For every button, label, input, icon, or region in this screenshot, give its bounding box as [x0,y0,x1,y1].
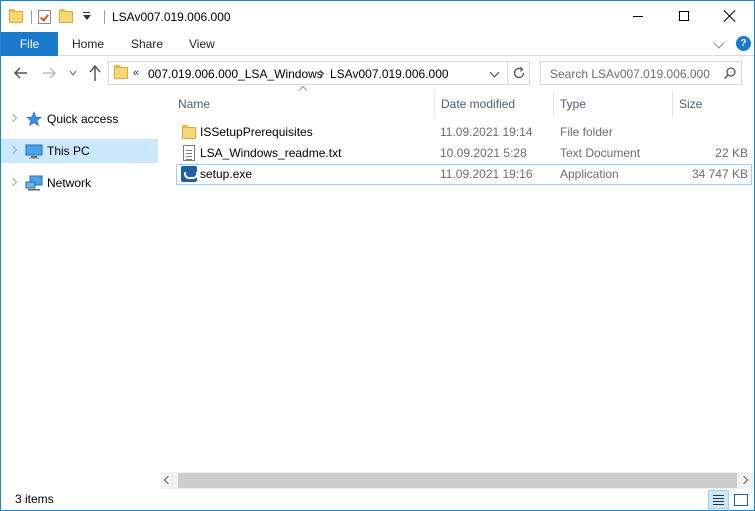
search-placeholder[interactable]: Search LSAv007.019.006.000 [550,67,710,81]
file-size: 22 KB [715,146,748,160]
file-date-modified: 10.09.2021 5:28 [440,146,527,160]
sidebar-item-this-pc[interactable]: This PC [1,139,158,163]
file-date-modified: 11.09.2021 19:16 [440,167,533,181]
column-header-size[interactable]: Size [672,91,752,117]
expand-chevron-icon[interactable] [8,113,18,123]
breadcrumb-item[interactable]: 007.019.006.000_LSA_Windows [148,67,323,81]
new-folder-icon[interactable] [59,9,73,23]
navigation-bar: « 007.019.006.000_LSA_Windows LSAv007.01… [1,57,754,91]
qat-separator [31,10,32,24]
minimize-icon [633,15,643,17]
tab-file[interactable]: File [1,32,58,56]
address-dropdown-icon[interactable] [489,67,500,78]
file-list: Name Date modified Type Size ISSetupPrer… [161,85,754,473]
minimize-button[interactable] [615,1,661,31]
expand-chevron-icon[interactable] [8,177,18,187]
tab-home[interactable]: Home [72,32,104,56]
maximize-icon [679,11,689,21]
scrollbar-thumb[interactable] [178,473,737,488]
file-name: setup.exe [200,167,253,181]
tab-share[interactable]: Share [131,32,163,56]
folder-icon [181,124,197,140]
close-button[interactable] [707,1,753,31]
status-bar: 3 items [1,489,754,510]
maximize-button[interactable] [661,1,707,31]
search-box[interactable]: Search LSAv007.019.006.000 [540,61,742,85]
properties-icon[interactable] [38,10,51,24]
refresh-icon[interactable] [512,66,526,80]
setup-application-icon [181,166,198,182]
file-name: ISSetupPrerequisites [200,125,313,139]
breadcrumb-overflow[interactable]: « [133,67,139,79]
column-header-type[interactable]: Type [553,91,672,117]
recent-locations-chevron-icon[interactable] [69,69,77,77]
address-divider [507,62,508,84]
table-row[interactable]: ISSetupPrerequisites 11.09.2021 19:14 Fi… [176,122,752,143]
expand-ribbon-icon[interactable] [713,37,725,49]
forward-arrow-icon[interactable] [41,65,57,81]
sidebar-item-label: Quick access [47,112,119,126]
up-arrow-icon[interactable] [87,64,103,82]
customize-toolbar-dropdown-icon[interactable] [81,11,93,23]
file-type: Text Document [560,146,641,160]
file-name: LSA_Windows_readme.txt [200,146,342,160]
network-icon [25,175,43,191]
file-date-modified: 11.09.2021 19:14 [440,125,533,139]
folder-icon[interactable] [9,9,23,23]
horizontal-scrollbar[interactable] [161,472,754,489]
search-icon[interactable] [723,66,737,80]
file-size: 34 747 KB [691,167,748,181]
explorer-window: LSAv007.019.006.000 File Home Share View… [0,0,755,511]
large-icons-view-icon[interactable] [732,491,749,508]
quick-access-toolbar [9,8,93,26]
breadcrumb-item-current[interactable]: LSAv007.019.006.000 [330,67,449,81]
tab-view[interactable]: View [189,32,215,56]
navigation-pane: Quick access This PC Network [1,91,161,485]
text-document-icon [181,145,197,161]
folder-icon [114,65,128,79]
sidebar-item-label: Network [47,176,92,190]
sidebar-item-quick-access[interactable]: Quick access [1,107,158,131]
column-header-name[interactable]: Name [178,91,433,117]
sidebar-item-label: This PC [47,144,90,158]
close-icon [724,10,736,22]
star-icon [26,111,42,127]
help-icon[interactable]: ? [736,36,751,51]
table-row[interactable]: LSA_Windows_readme.txt 10.09.2021 5:28 T… [176,143,752,164]
file-type: Application [560,167,619,181]
ribbon: File Home Share View ? [1,32,754,56]
window-title: LSAv007.019.006.000 [112,10,231,24]
scroll-left-icon[interactable] [163,475,173,485]
table-row[interactable]: setup.exe 11.09.2021 19:16 Application 3… [176,164,752,185]
scroll-right-icon[interactable] [739,475,749,485]
column-header-date-modified[interactable]: Date modified [434,91,553,117]
sidebar-item-network[interactable]: Network [1,171,158,195]
title-bar: LSAv007.019.006.000 [1,1,754,32]
back-arrow-icon[interactable] [13,65,29,81]
expand-chevron-icon[interactable] [8,145,18,155]
title-separator [104,10,105,24]
file-type: File folder [560,125,613,139]
address-bar[interactable]: « 007.019.006.000_LSA_Windows LSAv007.01… [108,61,530,85]
details-view-icon[interactable] [708,490,729,509]
computer-icon [25,144,43,159]
item-count: 3 items [15,492,54,506]
